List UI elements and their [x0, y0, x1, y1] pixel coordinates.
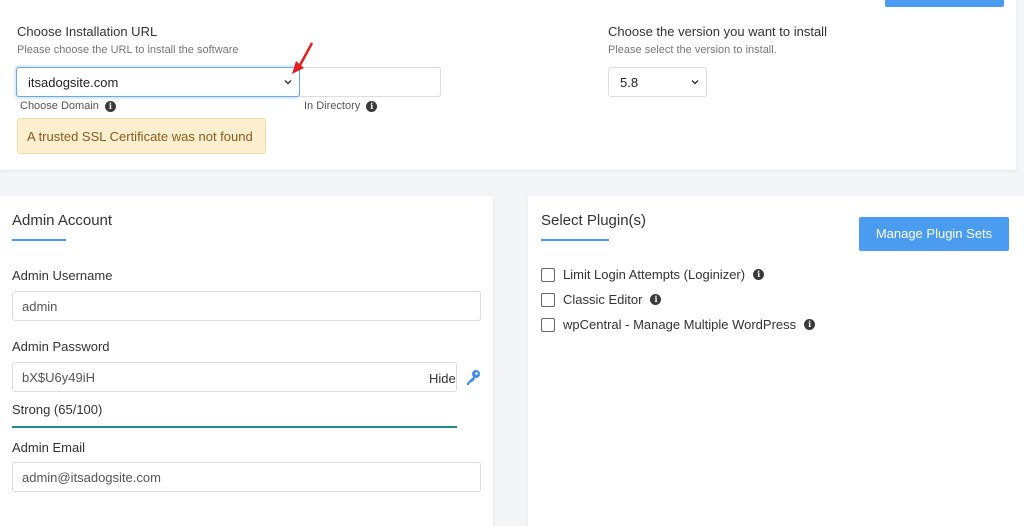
installation-url-subtitle: Please choose the URL to install the sof…	[17, 44, 239, 56]
admin-password-label: Admin Password	[12, 339, 110, 354]
admin-email-label: Admin Email	[12, 440, 85, 455]
plugin-checkbox[interactable]	[541, 317, 555, 332]
version-select-value: 5.8	[620, 75, 639, 90]
plugin-item-loginizer[interactable]: Limit Login Attempts (Loginizer) i	[541, 267, 765, 282]
choose-domain-hint: Choose Domain i	[20, 100, 116, 112]
directory-input[interactable]	[300, 67, 441, 97]
chevron-down-icon	[691, 80, 699, 85]
installation-url-title: Choose Installation URL	[17, 24, 158, 39]
version-subtitle: Please select the version to install.	[608, 44, 777, 56]
plugin-label: Classic Editor	[563, 292, 643, 307]
version-title: Choose the version you want to install	[608, 24, 827, 39]
manage-plugin-sets-button[interactable]: Manage Plugin Sets	[859, 217, 1009, 251]
plugin-label: Limit Login Attempts (Loginizer)	[563, 267, 746, 282]
admin-username-input[interactable]: admin	[12, 291, 481, 321]
info-icon[interactable]: i	[650, 294, 662, 305]
admin-account-title-underline	[12, 239, 66, 241]
version-select[interactable]: 5.8	[608, 67, 707, 97]
hide-password-toggle[interactable]: Hide	[429, 371, 456, 386]
plugin-checkbox[interactable]	[541, 292, 555, 307]
in-directory-hint: In Directory i	[304, 100, 378, 112]
plugin-item-classic-editor[interactable]: Classic Editor i	[541, 292, 662, 307]
in-directory-label: In Directory	[304, 100, 361, 112]
select-plugins-title-underline	[541, 239, 609, 241]
choose-domain-label: Choose Domain	[20, 100, 99, 112]
password-strength-bar	[12, 426, 457, 428]
installation-settings-card: Choose Installation URL Please choose th…	[0, 0, 1016, 170]
info-icon[interactable]: i	[753, 269, 765, 280]
domain-select[interactable]: itsadogsite.com	[16, 67, 300, 97]
top-button-partial[interactable]	[885, 0, 1004, 7]
admin-account-title: Admin Account	[12, 212, 113, 229]
domain-select-value: itsadogsite.com	[28, 75, 119, 90]
info-icon[interactable]: i	[366, 100, 378, 112]
key-icon[interactable]	[464, 368, 482, 386]
plugin-checkbox[interactable]	[541, 267, 555, 282]
red-arrow-annotation	[292, 42, 314, 74]
plugin-item-wpcentral[interactable]: wpCentral - Manage Multiple WordPress i	[541, 317, 816, 332]
plugin-label: wpCentral - Manage Multiple WordPress	[563, 317, 797, 332]
password-strength-text: Strong (65/100)	[12, 402, 103, 417]
select-plugins-title: Select Plugin(s)	[541, 212, 647, 229]
ssl-warning-alert: A trusted SSL Certificate was not found	[17, 118, 266, 154]
admin-password-input[interactable]: bX$U6y49iH	[12, 362, 457, 392]
admin-email-input[interactable]: admin@itsadogsite.com	[12, 462, 481, 492]
admin-username-label: Admin Username	[12, 268, 113, 283]
info-icon[interactable]: i	[104, 100, 116, 112]
info-icon[interactable]: i	[804, 319, 816, 330]
